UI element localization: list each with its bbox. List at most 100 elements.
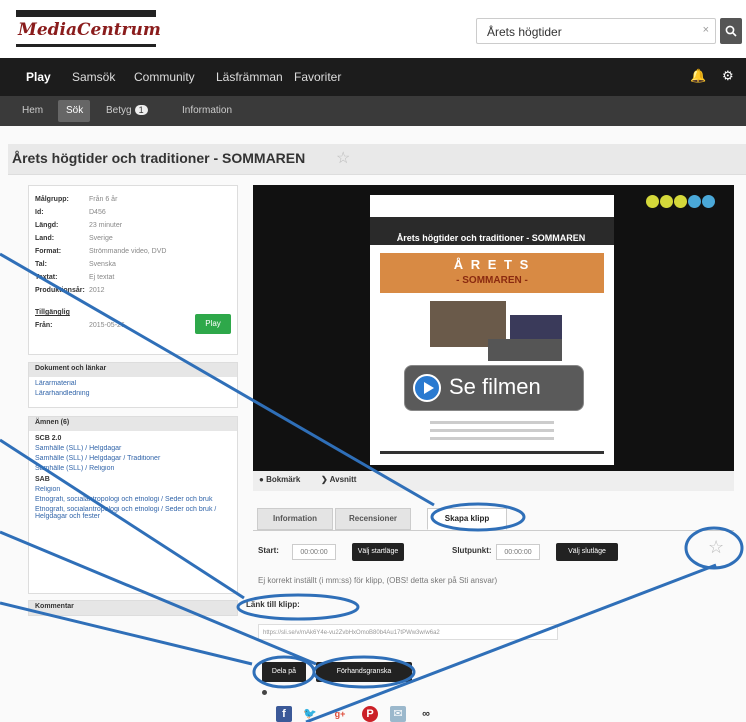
document-link[interactable]: Lärarhandledning: [35, 390, 231, 397]
clear-icon[interactable]: ×: [703, 24, 709, 36]
facebook-icon[interactable]: f: [276, 706, 292, 722]
info-value: D456: [89, 209, 106, 216]
start-time-input[interactable]: 00:00:00: [292, 544, 336, 560]
clip-note: Ej korrekt inställt (i mm:ss) för klipp,…: [258, 576, 498, 585]
play-video-label: Se filmen: [449, 374, 541, 399]
primary-nav: Play Samsök Community Läsfrämman Favorit…: [0, 58, 746, 96]
subnav-information[interactable]: Information: [182, 105, 232, 116]
bell-icon[interactable]: 🔔: [690, 68, 706, 84]
clip-favorite-star-icon[interactable]: ☆: [708, 537, 724, 558]
info-key: Tal:: [35, 261, 47, 268]
info-value: Sverige: [89, 235, 113, 242]
subject-link[interactable]: Etnografi, socialantropologi och etnolog…: [35, 496, 231, 503]
subnav-betyg-label: Betyg: [106, 105, 132, 116]
search-input[interactable]: [485, 20, 689, 44]
comments-heading: Kommentar: [29, 601, 237, 615]
info-key: Land:: [35, 235, 55, 242]
logo[interactable]: MediaCentrum: [16, 10, 161, 48]
gear-icon[interactable]: ⚙: [722, 68, 734, 84]
bookmark-control[interactable]: ● Bokmärk: [259, 475, 300, 484]
start-label: Start:: [258, 546, 279, 555]
tab-information[interactable]: Information: [257, 508, 333, 530]
comments-panel: Kommentar: [28, 600, 238, 616]
play-video-button[interactable]: Se filmen: [404, 365, 584, 411]
logo-underline: [16, 44, 156, 47]
info-key: Längd:: [35, 222, 59, 229]
share-dot: [262, 690, 267, 695]
tab-reviews[interactable]: Recensioner: [335, 508, 411, 530]
bookmark-label: Bokmärk: [266, 475, 301, 484]
play-button[interactable]: Play: [195, 314, 231, 334]
site-header: MediaCentrum ×: [0, 0, 746, 58]
count-badge: 1: [134, 105, 148, 115]
info-key: Tillgänglig: [35, 309, 70, 316]
info-key: Format:: [35, 248, 62, 255]
info-value: Strömmande video, DVD: [89, 248, 167, 255]
subnav-hem[interactable]: Hem: [22, 105, 43, 116]
nav-favoriter[interactable]: Favoriter: [294, 70, 341, 84]
tab-bar: Information Recensioner Skapa klipp: [253, 508, 734, 531]
episode-control[interactable]: ❯ Avsnitt: [321, 475, 356, 484]
subject-group: SAB: [35, 476, 50, 483]
nav-samsok[interactable]: Samsök: [72, 70, 115, 84]
nav-play[interactable]: Play: [26, 70, 51, 84]
poster-text-line: [430, 421, 554, 424]
subnav-betyg[interactable]: Betyg 1: [106, 105, 148, 116]
subject-group: SCB 2.0: [35, 435, 62, 442]
logo-text: MediaCentrum: [18, 20, 161, 40]
page-title: Årets högtider och traditioner - SOMMARE…: [12, 150, 306, 166]
mail-icon[interactable]: ✉: [390, 706, 406, 722]
player-controls: ● Bokmärk ❯ Avsnitt: [253, 471, 734, 491]
nav-lasframman[interactable]: Läsfrämman: [216, 70, 283, 84]
episode-label: Avsnitt: [329, 475, 357, 484]
search-button[interactable]: [720, 18, 742, 44]
subject-link[interactable]: Etnografi, socialantropologi och etnolog…: [35, 506, 231, 520]
poster-text-line: [430, 429, 554, 432]
link-icon[interactable]: ∞: [418, 706, 434, 722]
poster-hero: Å R E T S - SOMMAREN -: [380, 253, 604, 293]
info-value: 2012: [89, 287, 105, 294]
tab-create-clip[interactable]: Skapa klipp: [427, 508, 507, 530]
share-button[interactable]: Dela på: [262, 662, 306, 682]
info-value: 2015-05-26: [89, 322, 125, 329]
subject-link[interactable]: Samhälle (SLL) / Helgdagar / Traditioner: [35, 455, 231, 462]
poster-subheading: - SOMMAREN -: [456, 275, 528, 286]
info-key: Från:: [35, 322, 53, 329]
document-link[interactable]: Lärarmaterial: [35, 380, 231, 387]
video-title: Årets högtider och traditioner - SOMMARE…: [396, 233, 586, 243]
logo-bar: [16, 10, 156, 17]
stop-time-input[interactable]: 00:00:00: [496, 544, 540, 560]
subject-link[interactable]: Religion: [35, 486, 231, 493]
subnav-sok[interactable]: Sök: [66, 105, 83, 116]
subject-link[interactable]: Samhälle (SLL) / Religion: [35, 465, 231, 472]
info-value: 23 minuter: [89, 222, 123, 229]
search-box: ×: [476, 18, 716, 44]
poster-image: [488, 339, 562, 361]
clip-link-field[interactable]: https://sli.se/v/mAk6Y4e-vu2ZvbHxOmoB80b…: [258, 624, 558, 640]
info-key: Textat:: [35, 274, 58, 281]
info-key: Produktionsår:: [35, 287, 85, 294]
nav-community[interactable]: Community: [134, 70, 195, 84]
documents-panel: Dokument och länkar Lärarmaterial Lärarh…: [28, 362, 238, 408]
poster-text-line: [430, 437, 554, 440]
play-icon: [413, 374, 441, 402]
subjects-heading: Ämnen (6): [29, 417, 237, 431]
pinterest-icon[interactable]: P: [362, 706, 378, 722]
info-value: Ej textat: [89, 274, 115, 281]
clip-link-label: Länk till klipp:: [246, 600, 300, 609]
subjects-panel: Ämnen (6) SCB 2.0 Samhälle (SLL) / Helgd…: [28, 416, 238, 594]
googleplus-icon[interactable]: g+: [332, 706, 348, 722]
title-bar: Årets högtider och traditioner - SOMMARE…: [8, 144, 746, 175]
poster-heading: Å R E T S: [453, 257, 531, 272]
twitter-icon[interactable]: 🐦: [302, 706, 318, 722]
channel-logo: [646, 195, 716, 213]
set-start-button[interactable]: Välj startläge: [352, 543, 404, 561]
info-value: Svenska: [89, 261, 116, 268]
info-value: Från 6 år: [89, 196, 118, 203]
subject-link[interactable]: Samhälle (SLL) / Helgdagar: [35, 445, 231, 452]
set-stop-button[interactable]: Välj slutläge: [556, 543, 618, 561]
preview-button[interactable]: Förhandsgranska: [316, 662, 412, 682]
secondary-nav: Hem Sök Betyg 1 Information: [0, 96, 746, 126]
stop-label: Slutpunkt:: [452, 546, 492, 555]
favorite-star-icon[interactable]: ☆: [336, 148, 350, 168]
